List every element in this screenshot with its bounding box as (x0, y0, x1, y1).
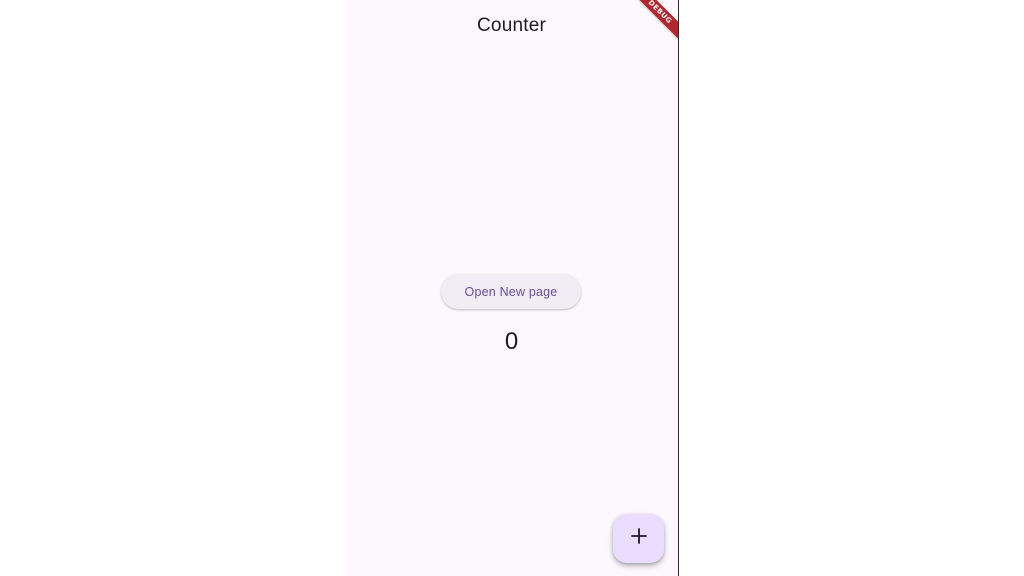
page-title: Counter (477, 15, 546, 36)
open-new-page-label: Open New page (464, 284, 558, 299)
screen: Counter DEBUG Open New page 0 (0, 0, 1024, 576)
add-icon (630, 528, 647, 549)
app-window: Counter DEBUG Open New page 0 (345, 0, 679, 576)
open-new-page-button[interactable]: Open New page (441, 274, 581, 309)
app-bar: Counter (345, 0, 678, 52)
increment-fab-button[interactable] (613, 514, 664, 563)
counter-value: 0 (504, 328, 519, 355)
